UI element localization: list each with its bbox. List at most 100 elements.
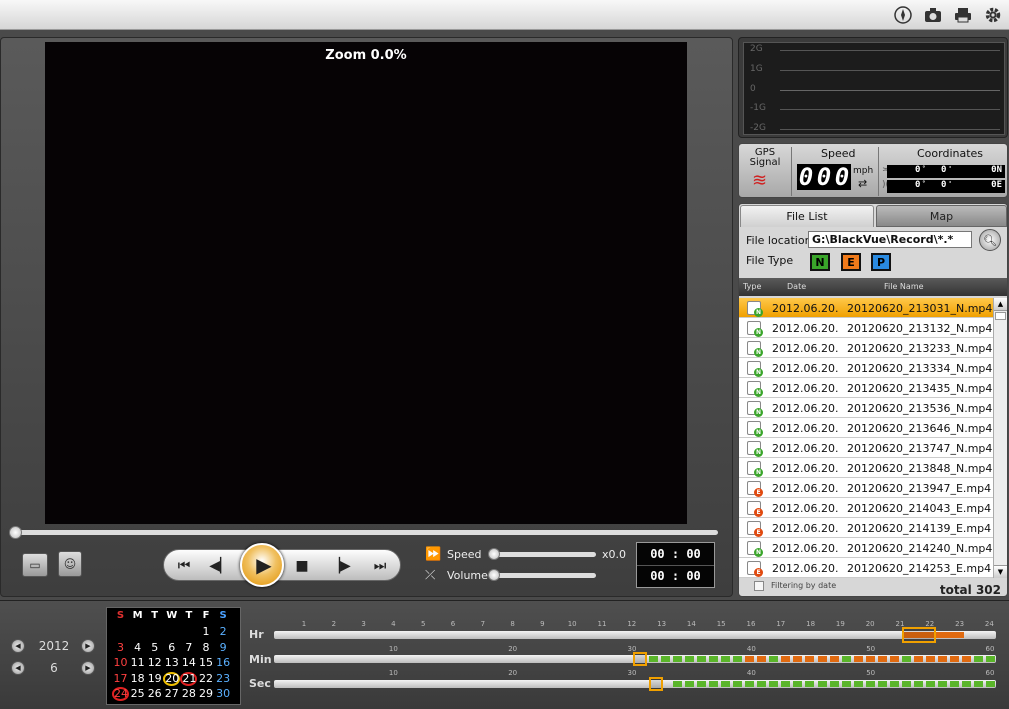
filter-normal-button[interactable]: N — [810, 253, 830, 271]
calendar-day[interactable]: 20 — [163, 671, 181, 686]
volume-slider[interactable] — [490, 573, 596, 578]
hour-timeline[interactable] — [274, 627, 996, 643]
second-timeline[interactable] — [274, 677, 996, 691]
file-location-input[interactable]: G:\BlackVue\Record\*.* — [808, 231, 972, 248]
frame-forward-button[interactable]: ▕▶︎ — [328, 556, 352, 576]
printer-icon[interactable] — [952, 5, 974, 25]
tab-map[interactable]: Map — [876, 205, 1007, 227]
table-row[interactable]: N 2012.06.20. 20120620_213646_N.mp4 — [739, 418, 993, 438]
g-gridline — [780, 109, 1000, 110]
calendar-day[interactable]: 8 — [198, 641, 215, 655]
scroll-up-icon[interactable]: ▲ — [994, 298, 1007, 311]
calendar-day[interactable]: 25 — [129, 687, 146, 701]
hour-marker[interactable] — [902, 627, 936, 643]
calendar-day[interactable]: 29 — [198, 687, 215, 701]
calendar-day[interactable]: 11 — [129, 656, 146, 670]
calendar-day[interactable]: 14 — [180, 656, 197, 670]
file-date: 2012.06.20. — [772, 542, 839, 555]
calendar-day[interactable]: 24 — [112, 687, 129, 701]
table-row[interactable]: E 2012.06.20. 20120620_213947_E.mp4 — [739, 478, 993, 498]
next-year-button[interactable]: ▶ — [81, 639, 95, 653]
calendar-day[interactable]: 21 — [180, 671, 198, 686]
filter-event-button[interactable]: E — [841, 253, 861, 271]
filter-by-date-checkbox[interactable] — [754, 581, 764, 591]
calendar-day[interactable]: 3 — [112, 641, 129, 655]
volume-slider-knob[interactable] — [488, 569, 500, 581]
file-list-scrollbar[interactable]: ▲ ▼ — [993, 298, 1007, 578]
calendar-day[interactable]: 12 — [146, 656, 163, 670]
calendar-day[interactable]: 5 — [146, 641, 163, 655]
calendar-day[interactable]: 10 — [112, 656, 129, 670]
file-date: 2012.06.20. — [772, 422, 839, 435]
scroll-thumb[interactable] — [995, 312, 1006, 320]
table-row[interactable]: N 2012.06.20. 20120620_214240_N.mp4 — [739, 538, 993, 558]
calendar-day[interactable]: 27 — [163, 687, 180, 701]
next-month-button[interactable]: ▶ — [81, 661, 95, 675]
second-segment — [985, 681, 995, 687]
seek-bar[interactable] — [12, 530, 718, 535]
scroll-down-icon[interactable]: ▼ — [994, 565, 1007, 578]
second-segment — [973, 681, 983, 687]
table-row[interactable]: N 2012.06.20. 20120620_213233_N.mp4 — [739, 338, 993, 358]
calendar-day[interactable]: 4 — [129, 641, 146, 655]
second-marker[interactable] — [649, 677, 664, 691]
table-row[interactable]: N 2012.06.20. 20120620_213435_N.mp4 — [739, 378, 993, 398]
calendar-day[interactable]: 17 — [112, 672, 129, 686]
seek-knob[interactable] — [9, 526, 22, 539]
play-button[interactable]: ▶ — [240, 543, 284, 587]
prev-year-button[interactable]: ◀ — [11, 639, 25, 653]
minute-timeline[interactable] — [274, 652, 996, 666]
compass-icon[interactable] — [892, 5, 914, 25]
stop-button[interactable]: ■ — [290, 556, 314, 576]
search-button[interactable]: 🔍︎ — [979, 229, 1001, 251]
calendar-day[interactable]: 28 — [180, 687, 197, 701]
speed-slider[interactable] — [490, 552, 596, 557]
calendar-day[interactable]: 7 — [180, 641, 197, 655]
calendar-day[interactable]: 18 — [129, 672, 146, 686]
speed-slider-knob[interactable] — [488, 548, 500, 560]
volume-mute-icon[interactable]: ⤫ — [425, 568, 435, 583]
calendar-day[interactable]: 13 — [163, 656, 180, 670]
calendar-day[interactable]: 23 — [215, 672, 232, 686]
minute-marker[interactable] — [633, 652, 647, 666]
frame-back-button[interactable]: ◀︎▏ — [208, 556, 232, 576]
lat-direction: 0N — [991, 165, 1002, 175]
table-row[interactable]: N 2012.06.20. 20120620_213132_N.mp4 — [739, 318, 993, 338]
table-row[interactable]: N 2012.06.20. 20120620_213031_N.mp4 — [739, 298, 993, 318]
calendar-day[interactable]: 19 — [146, 672, 163, 686]
calendar-day[interactable]: 9 — [215, 641, 232, 655]
calendar-day[interactable]: 16 — [215, 656, 232, 670]
longitude-display: 0 ° 0 ' 0E — [887, 180, 1005, 193]
calendar-day[interactable]: 26 — [146, 687, 163, 701]
table-row[interactable]: N 2012.06.20. 20120620_213536_N.mp4 — [739, 398, 993, 418]
calendar-day[interactable]: 6 — [163, 641, 180, 655]
table-row[interactable]: N 2012.06.20. 20120620_213334_N.mp4 — [739, 358, 993, 378]
second-segment — [901, 681, 911, 687]
video-display[interactable]: Zoom 0.0% — [45, 42, 687, 524]
prev-month-button[interactable]: ◀ — [11, 661, 25, 675]
table-row[interactable]: N 2012.06.20. 20120620_213747_N.mp4 — [739, 438, 993, 458]
column-date[interactable]: Date — [787, 282, 806, 291]
column-file-name[interactable]: File Name — [884, 282, 924, 291]
skip-previous-button[interactable]: ⏮ — [172, 556, 196, 576]
hour-label: Hr — [249, 628, 264, 641]
table-row[interactable]: N 2012.06.20. 20120620_213848_N.mp4 — [739, 458, 993, 478]
column-type[interactable]: Type — [743, 282, 761, 291]
g-label: 2G — [750, 44, 763, 54]
gear-icon[interactable] — [982, 5, 1004, 25]
calendar-day[interactable]: 1 — [198, 625, 215, 639]
table-row[interactable]: E 2012.06.20. 20120620_214253_E.mp4 — [739, 558, 993, 578]
tab-file-list[interactable]: File List — [740, 205, 874, 227]
calendar-day[interactable]: 30 — [215, 687, 232, 701]
filter-parking-button[interactable]: P — [871, 253, 891, 271]
calendar-day[interactable]: 15 — [198, 656, 215, 670]
calendar-day[interactable]: 2 — [215, 625, 232, 639]
table-row[interactable]: E 2012.06.20. 20120620_214139_E.mp4 — [739, 518, 993, 538]
calendar-day[interactable]: 22 — [198, 672, 215, 686]
fullscreen-button[interactable]: ▭ — [22, 553, 48, 577]
skip-next-button[interactable]: ⏭ — [368, 556, 392, 576]
camera-icon[interactable] — [922, 5, 944, 25]
privacy-mode-button[interactable]: ☺ — [58, 551, 82, 577]
unit-toggle-icon[interactable]: ⇄ — [858, 177, 867, 190]
table-row[interactable]: E 2012.06.20. 20120620_214043_E.mp4 — [739, 498, 993, 518]
